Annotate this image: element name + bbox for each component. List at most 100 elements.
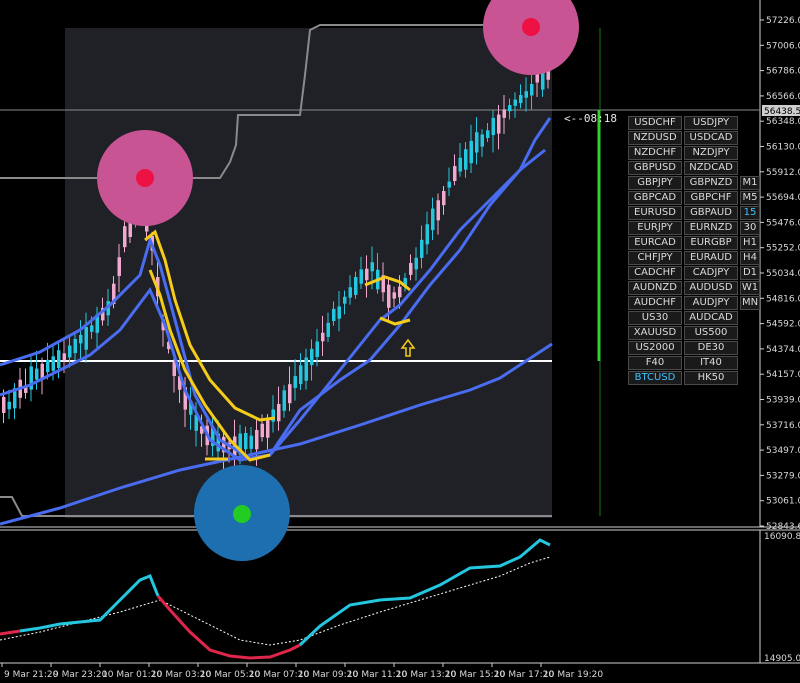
price-label: 54592.00	[766, 320, 800, 330]
timeframe-button-m1[interactable]: M1	[740, 176, 760, 190]
symbol-button-audchf[interactable]: AUDCHF	[628, 296, 682, 310]
symbol-button-nzdusd[interactable]: NZDUSD	[628, 131, 682, 145]
candle-body	[458, 157, 462, 172]
price-label: 53279.00	[766, 471, 800, 481]
symbol-button-audcad[interactable]: AUDCAD	[684, 311, 738, 325]
candle-body	[420, 239, 424, 258]
symbol-row: EURJPY EURNZD 30	[628, 221, 760, 235]
symbol-button-nzdcad[interactable]: NZDCAD	[684, 161, 738, 175]
candle-body	[414, 257, 418, 270]
candle-body	[2, 396, 6, 413]
symbol-button-eurusd[interactable]: EURUSD	[628, 206, 682, 220]
timeframe-button-m5[interactable]: M5	[740, 191, 760, 205]
candle-body	[447, 181, 451, 188]
symbol-button-us30[interactable]: US30	[628, 311, 682, 325]
timeframe-button-h4[interactable]: H4	[740, 251, 760, 265]
time-label: 9 Mar 23:20	[53, 670, 108, 680]
symbol-row: F40 IT40	[628, 356, 760, 370]
symbol-button-f40[interactable]: F40	[628, 356, 682, 370]
symbol-button-hk50[interactable]: HK50	[684, 371, 738, 385]
candle-body	[288, 384, 292, 404]
candle-body	[68, 345, 72, 358]
time-label: 10 Mar 19:20	[543, 670, 603, 680]
candle-body	[117, 257, 121, 276]
timeframe-button-30[interactable]: 30	[740, 221, 760, 235]
symbol-button-usdjpy[interactable]: USDJPY	[684, 116, 738, 130]
symbol-button-eurjpy[interactable]: EURJPY	[628, 221, 682, 235]
candle-body	[260, 423, 264, 438]
symbol-button-gbpnzd[interactable]: GBPNZD	[684, 176, 738, 190]
symbol-button-us2000[interactable]: US2000	[628, 341, 682, 355]
osc-main-line-cyan-2	[298, 538, 551, 647]
symbol-button-gbpchf[interactable]: GBPCHF	[684, 191, 738, 205]
candle-body	[172, 362, 176, 376]
candle-body	[51, 356, 55, 371]
candle-body	[486, 130, 490, 138]
symbol-row: CADCHF CADJPY D1	[628, 266, 760, 280]
symbol-button-eurnzd[interactable]: EURNZD	[684, 221, 738, 235]
symbol-button-nzdchf[interactable]: NZDCHF	[628, 146, 682, 160]
timeframe-button-h1[interactable]: H1	[740, 236, 760, 250]
price-label: 55252.00	[766, 244, 800, 254]
symbol-button-nzdjpy[interactable]: NZDJPY	[684, 146, 738, 160]
candle-body	[392, 292, 396, 299]
osc-top-label: 16090.80	[764, 532, 800, 542]
price-label: 56566.00	[766, 92, 800, 102]
candle-body	[513, 99, 517, 106]
symbol-button-xauusd[interactable]: XAUUSD	[628, 326, 682, 340]
symbol-button-eurgbp[interactable]: EURGBP	[684, 236, 738, 250]
candle-body	[145, 225, 149, 232]
symbol-button-audnzd[interactable]: AUDNZD	[628, 281, 682, 295]
candle-body	[519, 94, 523, 104]
symbol-row: NZDCHF NZDJPY	[628, 146, 760, 160]
candle-body	[332, 308, 336, 322]
candle-body	[244, 432, 248, 450]
timeframe-button-w1[interactable]: W1	[740, 281, 760, 295]
symbol-button-euraud[interactable]: EURAUD	[684, 251, 738, 265]
symbol-selector-panel: USDCHF USDJPY NZDUSD USDCAD NZDCHF NZDJPY GBPU…	[628, 116, 760, 386]
timeframe-button-mn[interactable]: MN	[740, 296, 760, 310]
symbol-button-audjpy[interactable]: AUDJPY	[684, 296, 738, 310]
symbol-button-eurcad[interactable]: EURCAD	[628, 236, 682, 250]
symbol-button-audusd[interactable]: AUDUSD	[684, 281, 738, 295]
symbol-row: CHFJPY EURAUD H4	[628, 251, 760, 265]
candle-body	[35, 368, 39, 380]
symbol-button-gbpcad[interactable]: GBPCAD	[628, 191, 682, 205]
symbol-button-gbpusd[interactable]: GBPUSD	[628, 161, 682, 175]
candle-body	[90, 325, 94, 332]
candle-body	[249, 435, 253, 449]
symbol-button-btcusd[interactable]: BTCUSD	[628, 371, 682, 385]
timeframe-button-15[interactable]: 15	[740, 206, 760, 220]
symbol-button-us500[interactable]: US500	[684, 326, 738, 340]
candle-body	[46, 359, 50, 373]
sell-signal-dot	[136, 169, 154, 187]
symbol-row: GBPCAD GBPCHF M5	[628, 191, 760, 205]
candle-body	[79, 334, 83, 344]
symbol-row: US2000 DE30	[628, 341, 760, 355]
candle-body	[453, 166, 457, 182]
symbol-button-it40[interactable]: IT40	[684, 356, 738, 370]
price-label: 52843.60	[766, 522, 800, 532]
symbol-button-gbpaud[interactable]: GBPAUD	[684, 206, 738, 220]
symbol-button-usdcad[interactable]: USDCAD	[684, 131, 738, 145]
symbol-row: AUDNZD AUDUSD W1	[628, 281, 760, 295]
symbol-button-cadjpy[interactable]: CADJPY	[684, 266, 738, 280]
symbol-button-de30[interactable]: DE30	[684, 341, 738, 355]
candle-body	[7, 401, 11, 410]
symbol-button-usdchf[interactable]: USDCHF	[628, 116, 682, 130]
timeframe-button-d1[interactable]: D1	[740, 266, 760, 280]
candle-body	[502, 109, 506, 118]
candle-body	[359, 269, 363, 284]
symbol-row: US30 AUDCAD	[628, 311, 760, 325]
symbol-button-cadchf[interactable]: CADCHF	[628, 266, 682, 280]
candle-body	[326, 322, 330, 337]
candle-body	[73, 338, 77, 354]
price-label: 53061.00	[766, 497, 800, 507]
candle-body	[370, 262, 374, 272]
buy-signal-dot	[233, 505, 251, 523]
symbol-button-gbpjpy[interactable]: GBPJPY	[628, 176, 682, 190]
candle-body	[282, 390, 286, 411]
price-label: 55912.00	[766, 168, 800, 178]
candle-body	[255, 429, 259, 450]
symbol-button-chfjpy[interactable]: CHFJPY	[628, 251, 682, 265]
